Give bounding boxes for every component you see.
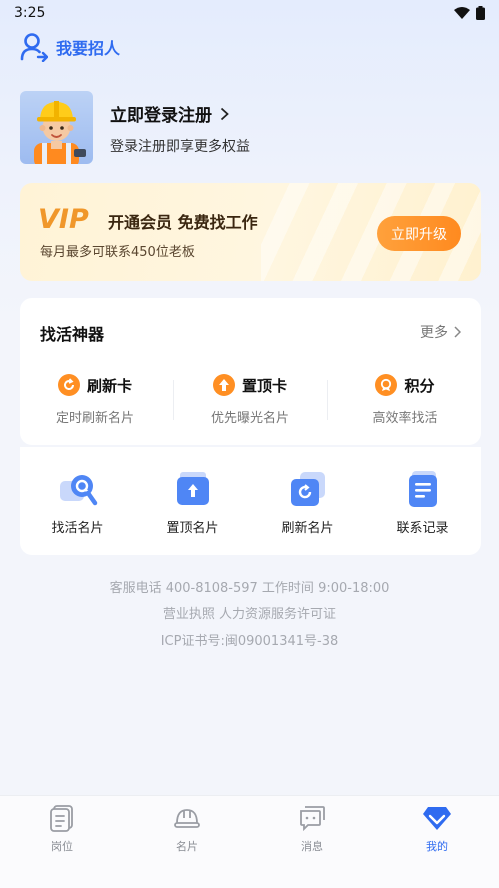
card-shortcuts: 找活名片 置顶名片 刷新名片 联系记录 xyxy=(20,447,481,555)
license-links[interactable]: 营业执照 人力资源服务许可证 xyxy=(0,603,499,622)
battery-icon xyxy=(476,6,485,20)
wifi-icon xyxy=(454,7,470,19)
chevron-right-icon xyxy=(454,326,461,338)
tools-card: 找活神器 更多 刷新卡 定时刷新名片 置顶卡 优先曝光名片 积分 高效率找活 xyxy=(20,298,481,445)
refresh-card-icon xyxy=(290,472,325,506)
shortcut-refresh-card[interactable]: 刷新名片 xyxy=(250,469,365,536)
arrow-up-icon xyxy=(212,374,235,396)
profile-diamond-icon xyxy=(423,807,451,830)
shortcut-search-card[interactable]: 找活名片 xyxy=(20,469,135,536)
vip-title: 开通会员 免费找工作 xyxy=(108,213,258,232)
tool-top-card[interactable]: 置顶卡 优先曝光名片 xyxy=(175,374,325,426)
shortcut-label: 置顶名片 xyxy=(166,521,219,536)
service-phone-info: 客服电话 400-8108-597 工作时间 9:00-18:00 xyxy=(109,581,390,596)
recruit-label: 我要招人 xyxy=(56,39,121,58)
shortcut-label: 找活名片 xyxy=(51,521,104,536)
search-card-icon xyxy=(59,475,97,506)
divider xyxy=(173,380,174,420)
add-person-icon xyxy=(20,33,48,62)
tool-desc: 高效率找活 xyxy=(372,411,438,426)
status-icons xyxy=(454,6,485,20)
tool-name: 刷新卡 xyxy=(86,376,132,395)
tool-name: 置顶卡 xyxy=(241,376,287,395)
tool-refresh-card[interactable]: 刷新卡 定时刷新名片 xyxy=(20,374,170,426)
tool-desc: 定时刷新名片 xyxy=(55,411,134,426)
tab-label: 我的 xyxy=(426,840,448,853)
svg-text:VIP: VIP xyxy=(38,204,89,233)
record-icon xyxy=(408,471,437,507)
status-time: 3:25 xyxy=(14,5,46,21)
tab-label: 名片 xyxy=(176,840,198,853)
document-icon xyxy=(50,805,73,832)
tab-messages[interactable]: 消息 xyxy=(250,804,374,854)
refresh-icon xyxy=(57,374,80,396)
divider xyxy=(327,380,328,420)
tab-jobs[interactable]: 岗位 xyxy=(0,804,124,854)
shortcut-label: 联系记录 xyxy=(396,521,449,536)
bottom-tab-bar: 岗位 名片 消息 我的 xyxy=(0,795,499,888)
login-register-link[interactable]: 立即登录注册 xyxy=(110,101,229,126)
tab-label: 岗位 xyxy=(51,840,73,853)
shortcut-top-card[interactable]: 置顶名片 xyxy=(135,469,250,536)
tab-mine[interactable]: 我的 xyxy=(375,804,499,854)
shortcut-records[interactable]: 联系记录 xyxy=(365,469,480,536)
vip-subtitle: 每月最多可联系450位老板 xyxy=(40,245,195,260)
avatar[interactable] xyxy=(20,91,93,164)
recruit-entry[interactable]: 我要招人 xyxy=(20,32,120,62)
tool-points[interactable]: 积分 高效率找活 xyxy=(330,374,480,426)
vip-card[interactable]: VIP 开通会员 免费找工作 每月最多可联系450位老板 立即升级 xyxy=(20,183,481,281)
tool-name: 积分 xyxy=(404,376,435,395)
message-icon xyxy=(300,806,325,832)
login-subtitle: 登录注册即享更多权益 xyxy=(110,139,250,155)
shortcut-label: 刷新名片 xyxy=(281,521,334,536)
tab-label: 消息 xyxy=(301,840,323,853)
vip-logo-icon: VIP xyxy=(38,204,89,233)
tool-desc: 优先曝光名片 xyxy=(210,411,289,426)
top-card-icon xyxy=(176,472,209,505)
points-icon xyxy=(375,374,398,396)
worker-avatar-illustration xyxy=(34,101,86,164)
upgrade-button[interactable]: 立即升级 xyxy=(377,216,461,251)
tools-more-link[interactable]: 更多 xyxy=(420,322,461,342)
tab-cards[interactable]: 名片 xyxy=(125,804,249,854)
helmet-icon xyxy=(174,809,200,828)
tools-title: 找活神器 xyxy=(40,325,105,344)
more-label: 更多 xyxy=(420,325,448,341)
chevron-right-icon xyxy=(220,107,229,120)
icp-info: ICP证书号:闽09001341号-38 xyxy=(160,634,339,649)
login-title: 立即登录注册 xyxy=(110,106,212,126)
